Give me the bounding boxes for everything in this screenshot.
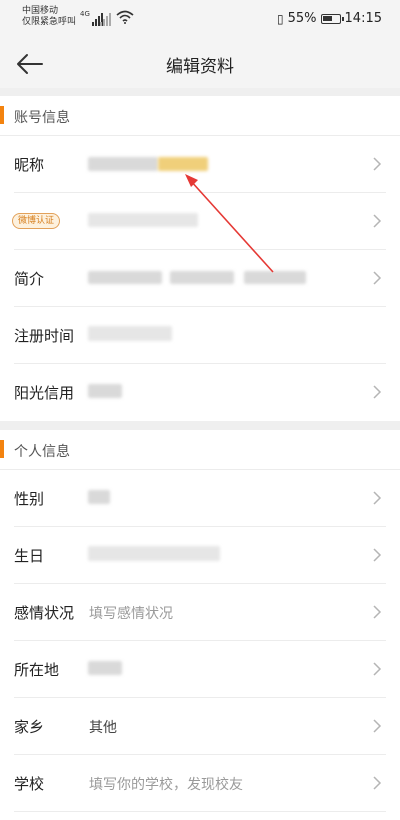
credit-value-redacted	[88, 384, 122, 398]
section-header-account: 账号信息	[0, 96, 400, 136]
battery-icon	[320, 13, 344, 24]
row-school[interactable]: 学校 填写你的学校，发现校友	[0, 755, 400, 812]
school-placeholder: 填写你的学校，发现校友	[89, 777, 243, 793]
chevron-right-icon	[373, 548, 382, 562]
row-label: 昵称	[14, 156, 45, 174]
birthday-value-redacted	[88, 546, 220, 561]
row-label: 家乡	[14, 718, 45, 736]
row-label: 阳光信用	[14, 384, 75, 402]
section-header-personal: 个人信息	[0, 430, 400, 470]
row-register-time: 注册时间	[0, 307, 400, 364]
carrier-info: 中国移动 仅限紧急呼叫	[22, 6, 76, 28]
intro-value-redacted	[88, 271, 162, 284]
chevron-right-icon	[373, 491, 382, 505]
verification-value-redacted	[88, 213, 198, 227]
row-label: 感情状况	[14, 604, 75, 622]
row-birthday[interactable]: 生日	[0, 527, 400, 584]
row-hometown[interactable]: 家乡 其他	[0, 698, 400, 755]
hometown-value: 其他	[89, 720, 117, 736]
row-label: 学校	[14, 775, 45, 793]
chevron-right-icon	[373, 271, 382, 285]
row-label: 性别	[14, 490, 45, 508]
section-spacer	[0, 421, 400, 430]
chevron-right-icon	[373, 719, 382, 733]
vibrate-icon: ▯	[277, 11, 284, 26]
chevron-right-icon	[373, 605, 382, 619]
row-label: 注册时间	[14, 327, 75, 345]
nickname-value-redacted	[88, 157, 158, 171]
register-time-value-redacted	[88, 326, 172, 341]
location-value-redacted	[88, 661, 122, 675]
chevron-right-icon	[373, 157, 382, 171]
row-weibo-verification[interactable]: 微博认证	[0, 193, 400, 250]
signal-no-service-icon	[100, 10, 111, 26]
section-spacer	[0, 88, 400, 96]
row-location[interactable]: 所在地	[0, 641, 400, 698]
network-type: 4G	[80, 10, 90, 18]
row-label: 所在地	[14, 661, 60, 679]
section-accent-bar	[0, 440, 4, 458]
status-bar: 中国移动 仅限紧急呼叫 4G ▯ 55% 14:15	[0, 0, 400, 40]
status-right: ▯ 55% 14:15	[277, 11, 382, 26]
chevron-right-icon	[373, 214, 382, 228]
row-label: 简介	[14, 270, 45, 288]
nickname-value-highlight	[158, 157, 208, 171]
wifi-icon	[116, 10, 134, 24]
app-header: 编辑资料	[0, 40, 400, 88]
section-accent-bar	[0, 106, 4, 124]
relationship-placeholder: 填写感情状况	[89, 606, 173, 622]
carrier-name: 中国移动	[22, 6, 59, 16]
page-title: 编辑资料	[166, 57, 234, 77]
gender-value-redacted	[88, 490, 110, 504]
row-sunshine-credit[interactable]: 阳光信用	[0, 364, 400, 421]
intro-value-redacted	[244, 271, 306, 284]
section-title: 个人信息	[14, 444, 70, 460]
chevron-right-icon	[373, 385, 382, 399]
row-nickname[interactable]: 昵称	[0, 136, 400, 193]
emergency-only-text: 仅限紧急呼叫	[22, 17, 77, 27]
section-title: 账号信息	[14, 110, 70, 126]
chevron-right-icon	[373, 776, 382, 790]
weibo-verified-badge: 微博认证	[12, 213, 61, 229]
row-label: 生日	[14, 547, 45, 565]
chevron-right-icon	[373, 662, 382, 676]
row-gender[interactable]: 性别	[0, 470, 400, 527]
row-relationship[interactable]: 感情状况 填写感情状况	[0, 584, 400, 641]
clock: 14:15	[344, 11, 382, 26]
row-intro[interactable]: 简介	[0, 250, 400, 307]
intro-value-redacted	[170, 271, 234, 284]
battery-percent: 55%	[287, 11, 317, 26]
